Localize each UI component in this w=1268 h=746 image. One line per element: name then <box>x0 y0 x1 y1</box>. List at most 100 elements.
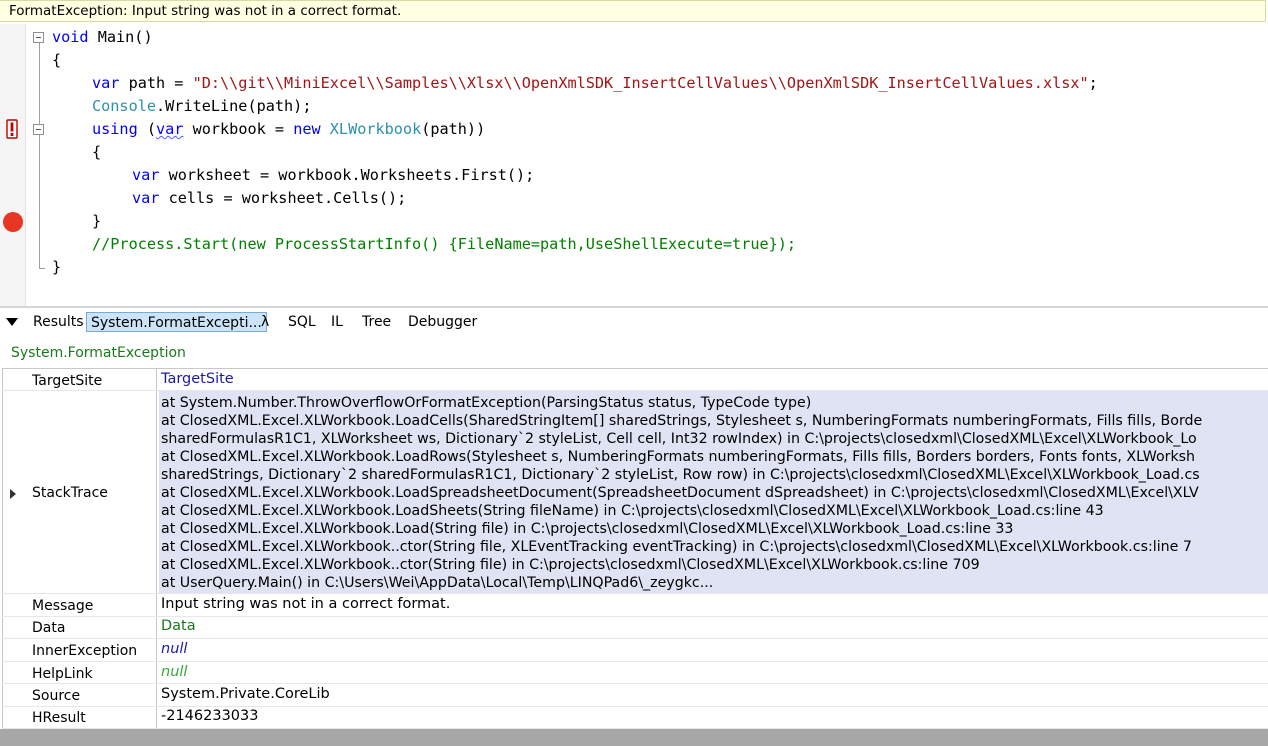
keyword: var <box>132 189 160 207</box>
source-value: System.Private.CoreLib <box>161 686 330 702</box>
code-text: path = <box>119 74 193 92</box>
property-name: HelpLink <box>2 662 157 683</box>
stack-line: at System.Number.ThrowOverflowOrFormatEx… <box>161 395 812 411</box>
tab-tree[interactable]: Tree <box>362 312 391 332</box>
property-name: Source <box>2 684 157 706</box>
code-line-2: { <box>52 49 61 71</box>
tab-results[interactable]: Results <box>33 312 84 332</box>
code-text: { <box>92 143 102 161</box>
code-line-4: Console.WriteLine(path); <box>92 95 311 117</box>
output-tab-bar: Results System.FormatExcepti... λ SQL IL… <box>0 309 1268 335</box>
target-site-link[interactable]: TargetSite <box>161 371 234 387</box>
result-header: System.FormatException <box>0 336 1268 368</box>
exception-banner-text: FormatException: Input string was not in… <box>9 3 402 19</box>
keyword: var <box>156 120 184 138</box>
editor-gutter[interactable] <box>0 24 26 307</box>
code-line-1: void Main() <box>52 26 153 48</box>
tab-il[interactable]: IL <box>331 312 343 332</box>
code-line-10: //Process.Start(new ProcessStartInfo() {… <box>92 233 796 255</box>
comment: //Process.Start(new ProcessStartInfo() {… <box>92 235 797 253</box>
help-link-value: null <box>161 664 188 680</box>
property-value[interactable]: Data <box>159 617 1268 638</box>
property-value: System.Private.CoreLib <box>159 684 1268 706</box>
property-label: HelpLink <box>32 666 93 682</box>
keyword: new <box>293 120 321 138</box>
code-text: ( <box>137 120 157 138</box>
code-line-6: { <box>92 141 101 163</box>
keyword: using <box>92 120 138 138</box>
stack-line: sharedFormulasR1C1, XLWorksheet ws, Dict… <box>161 431 1197 447</box>
property-name: Message <box>2 594 157 616</box>
stack-line: at ClosedXML.Excel.XLWorkbook..ctor(Stri… <box>161 557 980 573</box>
property-value: null <box>159 662 1268 683</box>
tab-debugger[interactable]: Debugger <box>408 312 477 332</box>
hresult-value: -2146233033 <box>161 708 259 724</box>
property-name: StackTrace <box>2 391 157 593</box>
stack-line: at ClosedXML.Excel.XLWorkbook.LoadSpread… <box>161 485 1199 501</box>
fold-icon[interactable] <box>33 124 44 135</box>
property-name: Data <box>2 617 157 638</box>
string-literal: "D:\\git\\MiniExcel\\Samples\\Xlsx\\Open… <box>192 74 1089 92</box>
pane-splitter[interactable] <box>0 306 1268 308</box>
result-type-title: System.FormatException <box>11 345 186 361</box>
type-name: XLWorkbook <box>329 120 422 138</box>
table-row: HResult -2146233033 <box>2 707 1268 729</box>
type-name: Console <box>92 97 157 115</box>
code-editor[interactable]: void Main() { var path = "D:\\git\\MiniE… <box>0 24 1268 307</box>
property-value: Input string was not in a correct format… <box>159 594 1268 616</box>
keyword: void <box>52 28 89 46</box>
code-text: Main() <box>88 28 153 46</box>
property-label: Source <box>32 688 81 704</box>
code-text: worksheet = workbook.Worksheets.First(); <box>159 166 535 184</box>
table-row: HelpLink null <box>2 662 1268 684</box>
stack-line: at UserQuery.Main() in C:\Users\Wei\AppD… <box>161 575 714 591</box>
property-label: StackTrace <box>32 485 108 501</box>
code-text: } <box>92 212 102 230</box>
tab-lambda[interactable]: λ <box>261 312 269 332</box>
exception-marker-icon <box>6 119 18 139</box>
property-label: HResult <box>32 710 86 726</box>
message-value: Input string was not in a correct format… <box>161 596 451 612</box>
property-name: TargetSite <box>2 369 157 390</box>
fold-end <box>39 268 45 269</box>
table-row: InnerException null <box>2 639 1268 662</box>
expand-triangle-icon[interactable] <box>10 489 16 499</box>
keyword: var <box>92 74 120 92</box>
property-label: Message <box>32 598 94 614</box>
stack-line: at ClosedXML.Excel.XLWorkbook.LoadRows(S… <box>161 449 1196 465</box>
tab-exception[interactable]: System.FormatExcepti... <box>86 312 267 332</box>
fold-guide <box>39 43 40 268</box>
stack-trace-value: at System.Number.ThrowOverflowOrFormatEx… <box>159 391 1268 593</box>
code-text: (path)) <box>421 120 486 138</box>
breakpoint-icon[interactable] <box>3 212 23 232</box>
property-value: -2146233033 <box>159 707 1268 728</box>
property-label: TargetSite <box>32 373 103 389</box>
table-row: Data Data <box>2 617 1268 639</box>
stack-line: at ClosedXML.Excel.XLWorkbook..ctor(Stri… <box>161 539 1192 555</box>
horizontal-scrollbar[interactable] <box>0 729 1268 746</box>
property-value[interactable]: TargetSite <box>159 369 1268 390</box>
tab-sql[interactable]: SQL <box>288 312 316 332</box>
property-value: null <box>159 639 1268 661</box>
code-line-5: using (var workbook = new XLWorkbook(pat… <box>92 118 485 140</box>
property-name: InnerException <box>2 639 157 661</box>
fold-icon[interactable] <box>33 32 44 43</box>
code-text: ; <box>1088 74 1098 92</box>
property-name: HResult <box>2 707 157 728</box>
property-label: InnerException <box>32 643 138 659</box>
collapse-triangle-icon[interactable] <box>6 318 18 326</box>
stack-line: at ClosedXML.Excel.XLWorkbook.LoadSheets… <box>161 503 1104 519</box>
keyword: var <box>132 166 160 184</box>
code-text: { <box>52 51 62 69</box>
table-row: TargetSite TargetSite <box>2 369 1268 391</box>
stack-line: sharedStrings, Dictionary`2 sharedFormul… <box>161 467 1200 483</box>
code-line-7: var worksheet = workbook.Worksheets.Firs… <box>132 164 534 186</box>
table-row: StackTrace at System.Number.ThrowOverflo… <box>2 391 1268 594</box>
exception-banner: FormatException: Input string was not in… <box>0 0 1266 22</box>
code-text: } <box>52 258 62 276</box>
stack-line: at ClosedXML.Excel.XLWorkbook.LoadCells(… <box>161 413 1203 429</box>
data-link[interactable]: Data <box>161 618 196 634</box>
stack-line: at ClosedXML.Excel.XLWorkbook.Load(Strin… <box>161 521 1014 537</box>
code-line-3: var path = "D:\\git\\MiniExcel\\Samples\… <box>92 72 1098 94</box>
